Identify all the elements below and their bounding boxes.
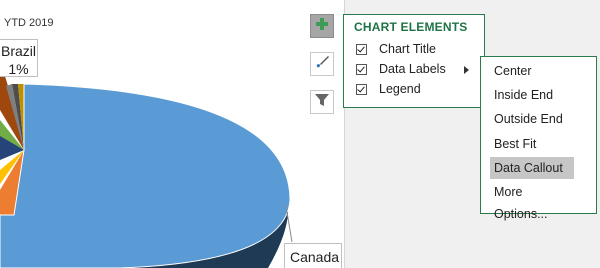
canada-leader-line — [285, 205, 293, 243]
legend-option-label: Legend — [379, 82, 421, 96]
funnel-icon — [314, 92, 330, 113]
data-labels-submenu: Center Inside End Outside End Best Fit D… — [480, 56, 597, 221]
submenu-item-center[interactable]: Center — [490, 60, 574, 82]
panel-title: CHART ELEMENTS — [354, 20, 468, 34]
brazil-label: Brazil — [0, 43, 36, 59]
chart-elements-panel: CHART ELEMENTS Chart Title Data Labels L… — [343, 14, 485, 108]
plus-icon — [315, 17, 329, 36]
paintbrush-icon — [314, 54, 330, 75]
chart-title-option-label: Chart Title — [379, 42, 436, 56]
pie-chart[interactable] — [0, 0, 344, 268]
chart-title[interactable]: YTD 2019 — [4, 17, 54, 29]
submenu-item-outside-end[interactable]: Outside End — [490, 108, 574, 130]
brazil-data-callout[interactable]: Brazil 1% — [0, 39, 38, 77]
canada-data-callout[interactable]: Canada — [284, 243, 342, 268]
canada-slice — [0, 83, 291, 268]
chart-title-checkbox[interactable] — [356, 43, 367, 55]
submenu-item-data-callout[interactable]: Data Callout — [490, 157, 574, 179]
chart-styles-button[interactable] — [310, 52, 334, 76]
submenu-item-inside-end[interactable]: Inside End — [490, 84, 574, 106]
legend-checkbox[interactable] — [356, 83, 367, 95]
submenu-arrow-icon[interactable] — [464, 66, 469, 74]
submenu-item-best-fit[interactable]: Best Fit — [490, 133, 574, 155]
chart-title-option[interactable]: Chart Title — [356, 41, 436, 57]
legend-option[interactable]: Legend — [356, 81, 421, 97]
chart-area[interactable]: YTD 2019 Brazil 1% Canada — [0, 0, 345, 268]
data-labels-option-label: Data Labels — [379, 62, 446, 76]
data-labels-checkbox[interactable] — [356, 63, 367, 75]
submenu-item-more-options[interactable]: More Options... — [490, 181, 574, 221]
data-labels-option[interactable]: Data Labels — [356, 61, 446, 77]
brazil-value: 1% — [8, 61, 29, 77]
chart-filters-button[interactable] — [310, 90, 334, 114]
chart-elements-button[interactable] — [310, 14, 334, 38]
